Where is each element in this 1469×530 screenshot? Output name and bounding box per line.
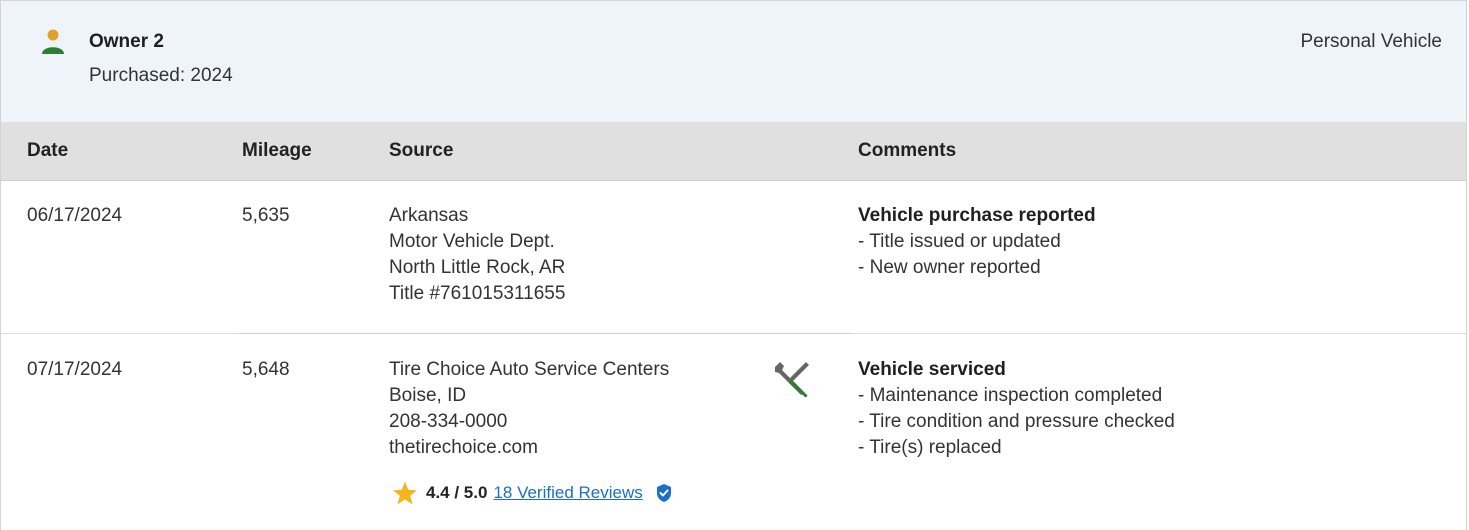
person-icon xyxy=(42,29,64,54)
column-header-source: Source xyxy=(389,140,454,161)
rating-value: 4.4 / 5.0 xyxy=(426,483,488,502)
comment-line: - New owner reported xyxy=(858,257,1041,278)
source-website: thetirechoice.com xyxy=(389,437,538,458)
source-title-number: Title #761015311655 xyxy=(389,283,566,304)
verified-shield-icon xyxy=(656,484,671,502)
wrench-screwdriver-icon xyxy=(775,362,809,398)
row-date: 07/17/2024 xyxy=(27,359,123,380)
row-mileage: 5,635 xyxy=(242,205,290,226)
comment-line: - Tire condition and pressure checked xyxy=(858,411,1175,432)
owner-history-card: Owner 2 Purchased: 2024 Personal Vehicle… xyxy=(0,0,1467,530)
table-row: 06/17/2024 5,635 Arkansas Motor Vehicle … xyxy=(1,180,1466,333)
vehicle-type-label: Personal Vehicle xyxy=(1300,31,1442,52)
owner-name: Owner 2 xyxy=(89,31,164,52)
row-comments: Vehicle purchase reported - Title issued… xyxy=(858,203,1096,281)
row-source: Arkansas Motor Vehicle Dept. North Littl… xyxy=(389,203,565,307)
source-rating: 4.4 / 5.0 18 Verified Reviews xyxy=(392,478,673,508)
source-location: Boise, ID xyxy=(389,385,467,406)
column-header-comments: Comments xyxy=(858,140,957,161)
row-comments: Vehicle serviced - Maintenance inspectio… xyxy=(858,357,1175,461)
column-header-date: Date xyxy=(27,140,69,161)
source-department: Motor Vehicle Dept. xyxy=(389,231,555,252)
owner-header: Owner 2 Purchased: 2024 Personal Vehicle xyxy=(1,1,1466,123)
source-location: North Little Rock, AR xyxy=(389,257,566,278)
row-date: 06/17/2024 xyxy=(27,205,123,226)
comment-title: Vehicle serviced xyxy=(858,359,1006,380)
source-name: Tire Choice Auto Service Centers xyxy=(389,359,670,380)
star-icon xyxy=(393,481,417,505)
comment-line: - Maintenance inspection completed xyxy=(858,385,1163,406)
comment-line: - Title issued or updated xyxy=(858,231,1061,252)
source-phone: 208-334-0000 xyxy=(389,411,508,432)
row-mileage: 5,648 xyxy=(242,359,290,380)
row-source: Tire Choice Auto Service Centers Boise, … xyxy=(389,357,669,461)
verified-reviews-link[interactable]: 18 Verified Reviews xyxy=(493,483,642,503)
owner-purchased-year: Purchased: 2024 xyxy=(89,65,233,86)
table-row: 07/17/2024 5,648 Tire Choice Auto Servic… xyxy=(1,334,1466,530)
comment-line: - Tire(s) replaced xyxy=(858,437,1002,458)
source-name: Arkansas xyxy=(389,205,469,226)
column-header-mileage: Mileage xyxy=(242,140,312,161)
comment-title: Vehicle purchase reported xyxy=(858,205,1096,226)
table-header-row: Date Mileage Source Comments xyxy=(1,122,1466,181)
